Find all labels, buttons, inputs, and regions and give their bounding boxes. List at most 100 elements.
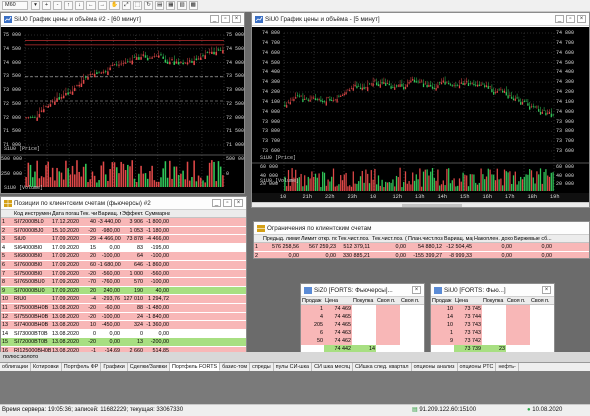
table-row[interactable]: 2 0,00 0,00 330 885,21 0,00 -155 399,27 -8 999… bbox=[254, 251, 589, 258]
column-header[interactable]: Тек.чист.поз. bbox=[337, 235, 371, 243]
price-tick-label: 74 600 bbox=[262, 49, 281, 56]
workspace-tab[interactable]: СИшка след. квартал bbox=[353, 363, 412, 371]
workspace-tab[interactable]: опционы анализ bbox=[412, 363, 458, 371]
workspace-tab[interactable]: Котировки bbox=[31, 363, 62, 371]
workspace-tab[interactable]: пулы СИ-шка bbox=[274, 363, 313, 371]
workspace-tab[interactable]: спреды bbox=[250, 363, 274, 371]
table-row[interactable]: 10 RIU0 17.09.2020 -4 -293,76 127 010 1 294,72 bbox=[1, 295, 246, 304]
minimize-button[interactable]: _ bbox=[210, 15, 219, 23]
workspace-tab[interactable]: Сделки/Заявки bbox=[128, 363, 171, 371]
order-book-row[interactable]: 10 73 743 bbox=[431, 321, 554, 329]
table-row[interactable]: 14 SI73000BT0B 13.08.2020 0 0,00 0 0,00 bbox=[1, 329, 246, 339]
volume-bar bbox=[471, 174, 473, 191]
table-cell: 73 878 bbox=[126, 236, 144, 243]
toolbar-tool-button[interactable]: + bbox=[42, 1, 51, 10]
table-row[interactable]: 8 SI76500BU0 17.09.2020 -70 -760,00 570 -100,0… bbox=[1, 278, 246, 287]
table-row[interactable]: 2 SI70000BJ0 15.10.2020 -20 -980,00 1 053 -1 1… bbox=[1, 226, 246, 236]
column-header[interactable]: Дата погашения bbox=[51, 210, 79, 218]
volume-bar bbox=[494, 180, 497, 191]
column-header[interactable]: Лимит откр. поз. bbox=[300, 235, 337, 243]
close-button[interactable]: × bbox=[232, 15, 241, 23]
toolbar-tool-button[interactable]: ⬚ bbox=[132, 1, 143, 10]
table-row[interactable]: 3 SiU0 17.09.2020 29 -4 466,00 73 878 -4 466,0… bbox=[1, 235, 246, 244]
close-button[interactable]: × bbox=[577, 15, 586, 23]
volume-tick-label: 250 000 bbox=[1, 171, 23, 177]
toolbar-tool-button[interactable]: ▦ bbox=[166, 1, 176, 10]
order-book-row[interactable]: 6 74 463 bbox=[301, 329, 424, 337]
table-row[interactable]: 5 SI68000BI0 17.09.2020 20 -100,00 64 -100,00 bbox=[1, 252, 246, 261]
table-row[interactable]: 4 SI64000BI0 17.09.2020 15 0,00 83 -195,00 bbox=[1, 243, 246, 253]
volume-bar bbox=[379, 185, 381, 191]
table-row[interactable]: 12 SI75500BH0B 13.08.2020 -20 -100,00 24 -1 84… bbox=[1, 312, 246, 322]
toolbar-tool-button[interactable]: ↓ bbox=[75, 1, 84, 10]
minimize-button[interactable]: _ bbox=[555, 15, 564, 23]
chart-horizontal-scrollbar[interactable] bbox=[252, 202, 589, 207]
toolbar-tool-button[interactable]: ↻ bbox=[144, 1, 154, 10]
column-header[interactable]: Предыд. лимит bbox=[262, 235, 300, 243]
order-book-row[interactable]: 14 73 744 bbox=[431, 313, 554, 321]
chart-5-titlebar[interactable]: SiU0 График цены и объёма - [5 минут] _ … bbox=[252, 13, 589, 26]
workspace-tab[interactable]: опционы РТС bbox=[458, 363, 497, 371]
toolbar-tool-button[interactable]: ⤢ bbox=[121, 1, 131, 10]
column-header[interactable]: Накоплен. доход bbox=[473, 235, 513, 243]
order-book-row[interactable]: 50 74 462 bbox=[301, 337, 424, 345]
workspace-tab[interactable]: облигации bbox=[0, 363, 31, 371]
interval-select[interactable]: M60 bbox=[2, 1, 28, 10]
workspace-tab[interactable]: базис-том bbox=[220, 363, 251, 371]
column-header[interactable]: Тек.чист.поз. (в... bbox=[371, 235, 407, 243]
toolbar-tool-button[interactable]: - bbox=[53, 1, 62, 10]
workspace-tab[interactable]: Портфель ФР bbox=[62, 363, 102, 371]
toolbar-tool-button[interactable]: ▩ bbox=[188, 1, 198, 10]
close-button[interactable]: × bbox=[234, 199, 243, 207]
workspace-tab[interactable]: Портфель FORTS bbox=[170, 363, 221, 371]
table-row[interactable]: 13 SI74000BH0B 13.08.2020 10 -450,00 324 -1 36… bbox=[1, 321, 246, 330]
table-row[interactable]: 1 SI72000BL0 17.12.2020 40 -3 440,00 3 906 -1 … bbox=[1, 218, 246, 227]
column-header[interactable]: Суммарная в. bbox=[144, 210, 170, 218]
toolbar-tool-button[interactable]: ✋ bbox=[109, 1, 120, 10]
table-row[interactable]: 6 SI76000BI0 17.09.2020 60 -1 680,00 646 -1 86… bbox=[1, 260, 246, 270]
column-header[interactable]: Тек. чист.поз. bbox=[79, 210, 97, 218]
maximize-button[interactable]: ▫ bbox=[566, 15, 575, 23]
candle-body bbox=[111, 64, 114, 66]
limits-titlebar[interactable]: Ограничения по клиентским счетам bbox=[254, 222, 589, 235]
chart-60-titlebar[interactable]: SiU0 График цены и объёма #2 - [60 минут… bbox=[1, 13, 244, 26]
positions-titlebar[interactable]: Позиции по клиентским счетам (фьючерсы) … bbox=[1, 197, 246, 210]
chart-60-canvas[interactable]: 75 000 75 000 74 500 74 500 74 000 74 000 73 5… bbox=[1, 27, 244, 193]
order-book-row[interactable]: 1 74 469 bbox=[301, 305, 424, 313]
column-header[interactable]: Вариац. маржа bbox=[443, 235, 473, 243]
table-row[interactable]: 7 SI75000BI0 17.09.2020 -20 -560,00 1 000 -560… bbox=[1, 269, 246, 279]
column-header[interactable]: План.чист.поз. bbox=[407, 235, 443, 243]
close-button[interactable]: × bbox=[542, 286, 551, 294]
order-book-row[interactable]: 4 74 465 bbox=[301, 313, 424, 321]
order-book-titlebar[interactable]: SiU0 [FORTS: Фью...] × bbox=[431, 284, 554, 297]
column-header[interactable]: Эффект. цена bbox=[121, 210, 144, 218]
toolbar-tool-button[interactable]: ← bbox=[86, 1, 96, 10]
toolbar-tool-button[interactable]: → bbox=[97, 1, 107, 10]
order-book-row[interactable]: 9 73 742 bbox=[431, 337, 554, 345]
table-row[interactable]: 11 SI75000BH0B 13.08.2020 -20 -60,00 88 -1 480… bbox=[1, 303, 246, 313]
table-row[interactable]: 1 576 258,56 567 259,23 512 379,11 0,00 54 88… bbox=[254, 243, 589, 252]
toolbar-tool-button[interactable]: ▤ bbox=[155, 1, 165, 10]
toolbar-tool-button[interactable]: ↑ bbox=[64, 1, 73, 10]
column-header[interactable]: Код инструмента bbox=[13, 210, 51, 218]
workspace-tab[interactable]: нефть- bbox=[496, 363, 519, 371]
order-book-titlebar[interactable]: SiZ0 [FORTS: Фьючерсы]... × bbox=[301, 284, 424, 297]
table-cell: SI74000BH0B bbox=[14, 322, 49, 329]
column-header[interactable]: Биржевые сб... bbox=[513, 235, 553, 243]
column-header[interactable]: Вариац. маржа bbox=[97, 210, 121, 218]
chart-5-canvas[interactable]: 74 800 74 800 74 700 74 700 74 600 74 600 74 5… bbox=[252, 27, 589, 207]
order-book-row[interactable]: 205 74 465 bbox=[301, 321, 424, 329]
toolbar-tool-button[interactable]: ▧ bbox=[177, 1, 187, 10]
workspace-tab[interactable]: Графики bbox=[101, 363, 128, 371]
table-row[interactable]: 15 SI72000BT0B 13.08.2020 -20 0,00 13 -200,00 bbox=[1, 338, 246, 347]
maximize-button[interactable]: ▫ bbox=[223, 199, 232, 207]
candle-body bbox=[511, 96, 513, 99]
order-book-row[interactable]: 10 73 745 bbox=[431, 305, 554, 313]
order-book-row[interactable]: 1 73 743 bbox=[431, 329, 554, 337]
toolbar-tool-button[interactable]: ▾ bbox=[31, 1, 40, 10]
workspace-tab[interactable]: СИ шка месяц bbox=[312, 363, 354, 371]
minimize-button[interactable]: _ bbox=[212, 199, 221, 207]
table-row[interactable]: 9 SI70000BU0 17.09.2020 20 240,00 190 40,00 bbox=[1, 286, 246, 296]
maximize-button[interactable]: ▫ bbox=[221, 15, 230, 23]
close-button[interactable]: × bbox=[412, 286, 421, 294]
